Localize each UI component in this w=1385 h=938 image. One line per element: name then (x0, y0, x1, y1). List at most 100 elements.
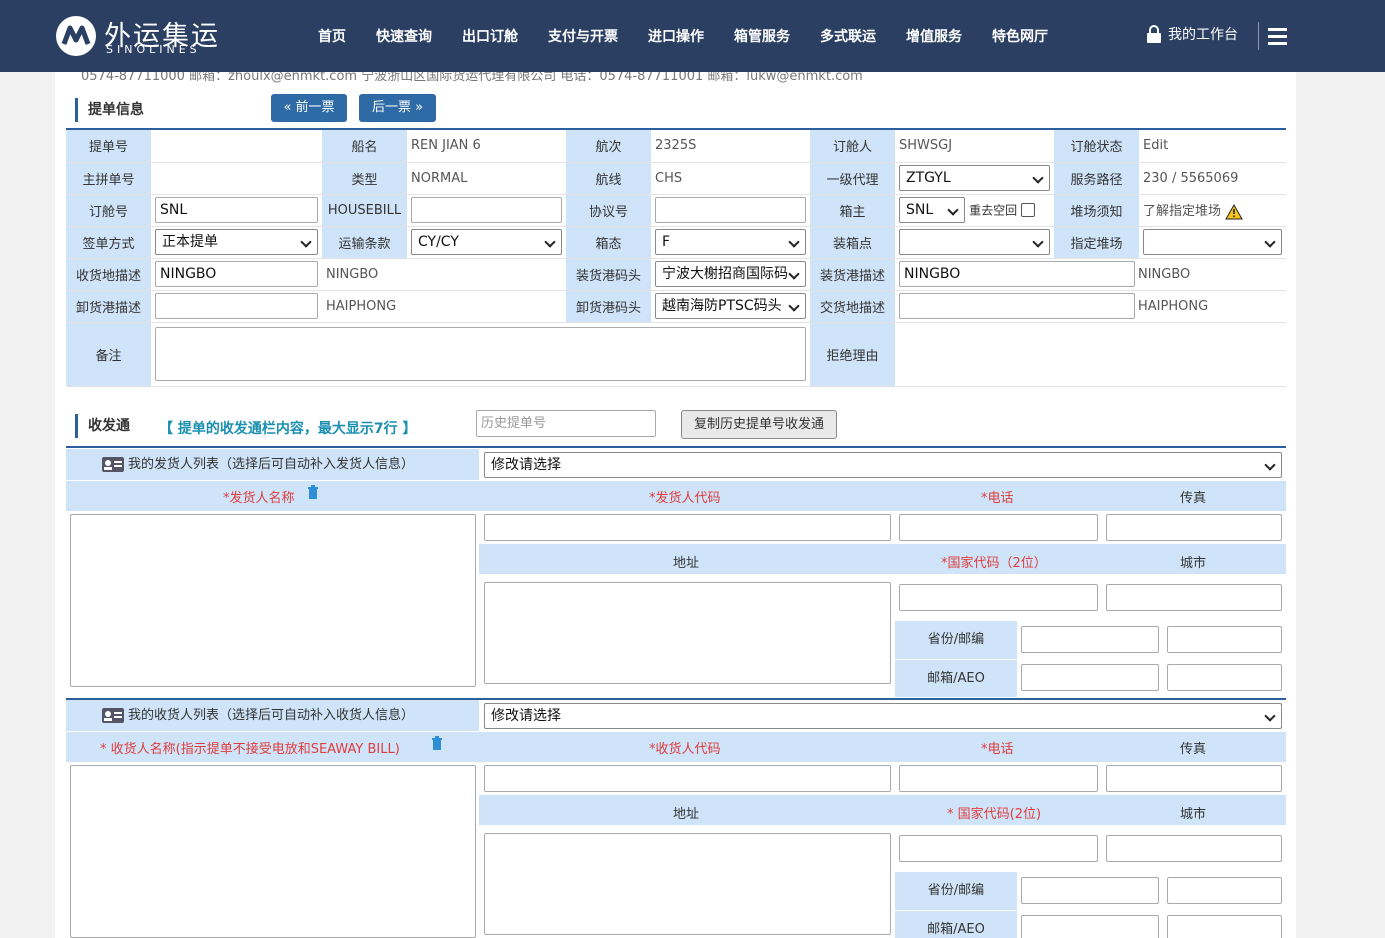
remark-textarea[interactable] (155, 327, 806, 381)
cntr-status-select[interactable]: F (655, 229, 806, 255)
shipper-fax-label: 传真 (1180, 491, 1207, 506)
carrier-select[interactable]: SNL (899, 197, 965, 223)
terms-select[interactable]: CY/CY (411, 229, 562, 255)
label-disc-term: 卸货港码头 (566, 290, 651, 323)
scrolled-contact-text: 0574-87711000 邮箱：zhoulx@enmkt.com 宁波浙山区国… (81, 72, 863, 84)
consignee-address-textarea[interactable] (484, 833, 891, 935)
shipper-select[interactable]: 修改请选择 (484, 452, 1282, 478)
label-discharge: 卸货港描述 (66, 290, 151, 323)
copy-history-button[interactable]: 复制历史提单号收发通 (681, 410, 837, 439)
shipper-name-textarea[interactable] (70, 514, 476, 687)
value-status: Edit (1139, 130, 1286, 163)
shipper-aeo-input[interactable] (1167, 664, 1282, 691)
consignee-fax-label: 传真 (1180, 742, 1207, 757)
main-nav: 首页 快速查询 出口订舱 支付与开票 进口操作 箱管服务 多式联运 增值服务 特… (318, 0, 1078, 72)
shipper-country-input[interactable] (899, 584, 1098, 611)
shipper-fax-input[interactable] (1106, 514, 1282, 541)
consignee-code-input[interactable] (484, 765, 891, 792)
shipper-email-label: 邮箱/AEO (895, 660, 1017, 697)
hamburger-menu-icon[interactable] (1258, 22, 1288, 50)
shipper-province-input[interactable] (1021, 626, 1159, 653)
nav-value-added[interactable]: 增值服务 (906, 26, 962, 46)
consignee-code-label: *收货人代码 (649, 742, 721, 757)
consignee-select[interactable]: 修改请选择 (484, 703, 1282, 729)
return-empty-checkbox[interactable] (1021, 203, 1036, 217)
shipper-phone-input[interactable] (899, 514, 1098, 541)
shipper-address-textarea[interactable] (484, 582, 891, 684)
label-yard-note: 堆场须知 (1054, 194, 1139, 227)
contract-input[interactable] (655, 197, 806, 223)
nav-container[interactable]: 箱管服务 (734, 26, 790, 46)
consignee-name-textarea[interactable] (70, 765, 476, 938)
trash-icon[interactable] (307, 485, 319, 499)
shipper-list-label-bar: 我的发货人列表（选择后可自动补入发货人信息） (66, 449, 479, 480)
value-delivery: HAIPHONG (1054, 290, 1286, 323)
housebill-input[interactable] (411, 197, 562, 223)
nav-import[interactable]: 进口操作 (648, 26, 704, 46)
return-empty-label: 重去空回 (969, 203, 1018, 218)
contact-card-icon (102, 708, 124, 723)
label-agent: 一级代理 (810, 162, 895, 195)
agent-select[interactable]: ZTGYL (899, 165, 1050, 191)
nav-featured[interactable]: 特色网厅 (992, 26, 1048, 46)
nav-home[interactable]: 首页 (318, 26, 346, 46)
reject-reason-textarea[interactable] (899, 327, 1282, 381)
nav-quick-query[interactable]: 快速查询 (376, 26, 432, 46)
discharge-input[interactable] (155, 293, 318, 319)
nav-multimodal[interactable]: 多式联运 (820, 26, 876, 46)
consignee-phone-input[interactable] (899, 765, 1098, 792)
shipper-postcode-input[interactable] (1167, 626, 1282, 653)
consignee-province-label: 省份/邮编 (895, 872, 1017, 910)
top-navbar: 外运集运 SINOLINES 首页 快速查询 出口订舱 支付与开票 进口操作 箱… (0, 0, 1385, 72)
contact-card-icon (102, 457, 124, 472)
shipper-code-input[interactable] (484, 514, 891, 541)
label-master-bl: 主拼单号 (66, 162, 151, 195)
nav-export-booking[interactable]: 出口订舱 (462, 26, 518, 46)
label-voyage: 航次 (566, 130, 651, 163)
trash-icon[interactable] (431, 736, 443, 750)
label-issue: 签单方式 (66, 226, 151, 259)
nav-payment[interactable]: 支付与开票 (548, 26, 618, 46)
label-housebill: HOUSEBILL (322, 194, 407, 227)
history-bl-input[interactable]: 历史提单号 (476, 410, 656, 437)
stuffing-select[interactable] (899, 229, 1050, 255)
shipper-city-label: 城市 (1180, 556, 1207, 571)
label-type: 类型 (322, 162, 407, 195)
logo-en: SINOLINES (106, 43, 201, 56)
shipper-email-input[interactable] (1021, 664, 1159, 691)
label-reject: 拒绝理由 (810, 322, 895, 387)
receipt-input[interactable]: NINGBO (155, 261, 318, 287)
label-bl-no: 提单号 (66, 130, 151, 163)
warning-icon (1225, 203, 1244, 220)
consignee-email-input[interactable] (1021, 915, 1159, 938)
shipper-city-input[interactable] (1106, 584, 1282, 611)
yard-select[interactable] (1143, 229, 1282, 255)
consignee-postcode-input[interactable] (1167, 877, 1282, 904)
consignee-country-input[interactable] (899, 835, 1098, 862)
label-load-port: 装货港描述 (810, 258, 895, 291)
value-vessel: REN JIAN 6 (407, 130, 566, 163)
party-section-title: 收发通 (75, 414, 130, 438)
consignee-city-input[interactable] (1106, 835, 1282, 862)
label-vessel: 船名 (322, 130, 407, 163)
value-booker: SHWSGJ (895, 130, 1054, 163)
consignee-fax-input[interactable] (1106, 765, 1282, 792)
consignee-province-input[interactable] (1021, 877, 1159, 904)
workspace-label: 我的工作台 (1168, 27, 1238, 43)
booking-no-input[interactable]: SNL (155, 197, 318, 223)
label-service-path: 服务路径 (1054, 162, 1139, 195)
workspace-link[interactable]: 我的工作台 (1146, 24, 1238, 44)
next-ticket-button[interactable]: 后一票 » (359, 94, 436, 122)
discharge-terminal-select[interactable]: 越南海防PTSC码头 (655, 293, 806, 319)
prev-ticket-button[interactable]: « 前一票 (271, 94, 347, 122)
label-stuffing: 装箱点 (810, 226, 895, 259)
consignee-email-label: 邮箱/AEO (895, 911, 1017, 938)
issue-select[interactable]: 正本提单 (155, 229, 318, 255)
load-terminal-select[interactable]: 宁波大榭招商国际码 (655, 261, 806, 287)
consignee-list-label: 我的收货人列表（选择后可自动补入收货人信息） (128, 708, 415, 723)
consignee-city-label: 城市 (1180, 807, 1207, 822)
sinolines-logo[interactable]: 外运集运 SINOLINES (56, 14, 226, 58)
consignee-aeo-input[interactable] (1167, 915, 1282, 938)
label-booking-no: 订舱号 (66, 194, 151, 227)
yard-note-link[interactable]: 了解指定堆场 (1143, 204, 1221, 219)
